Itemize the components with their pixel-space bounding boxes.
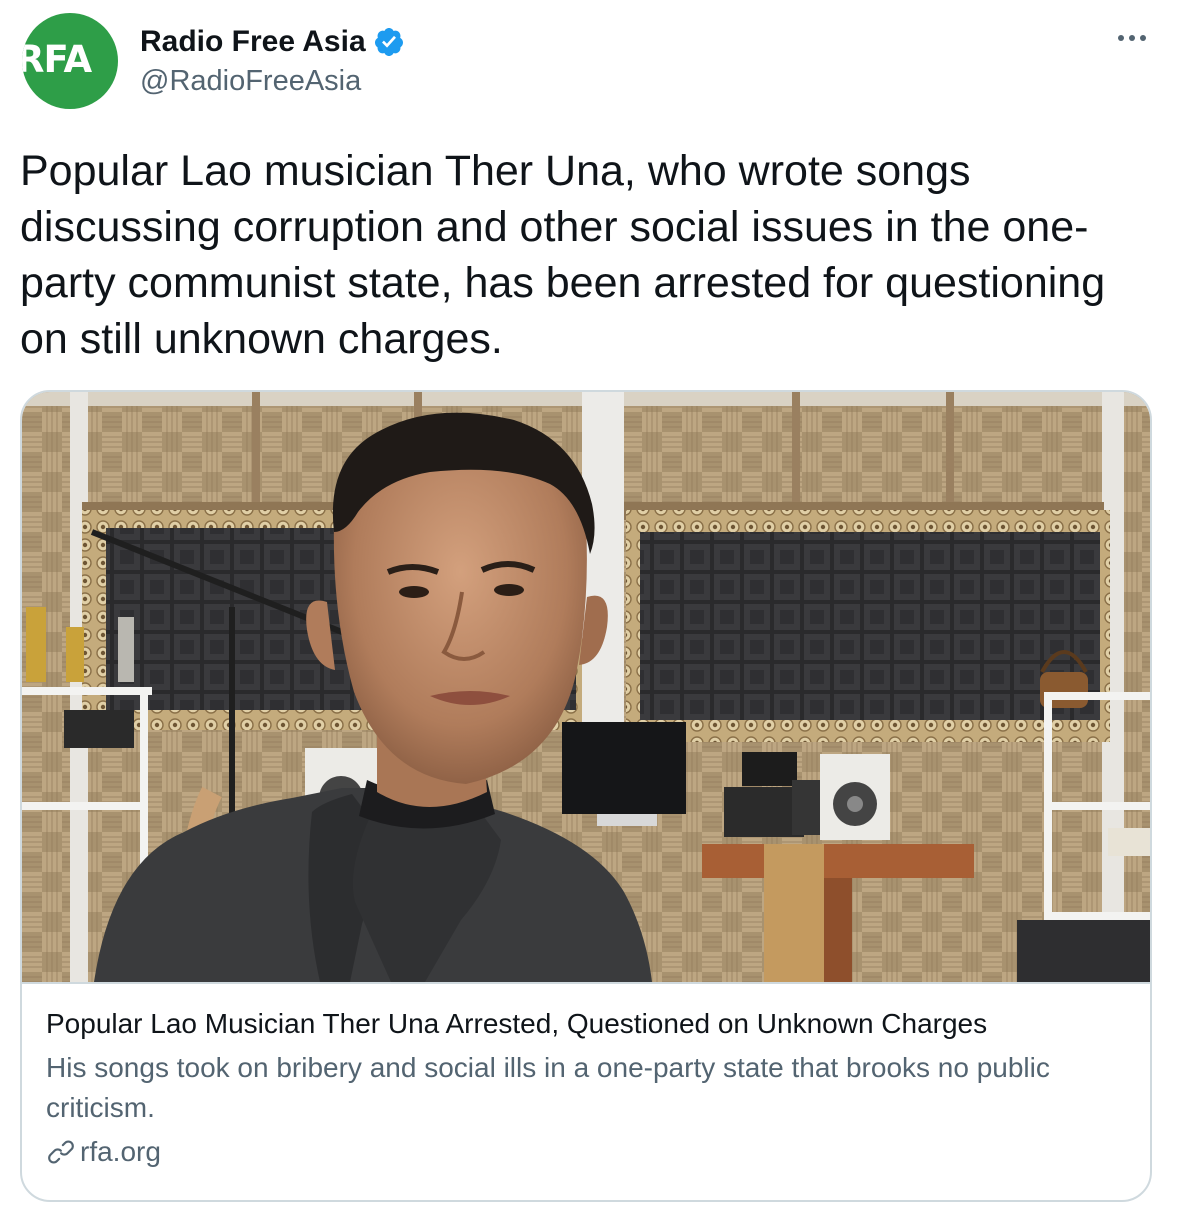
tweet-body: Popular Lao musician Ther Una, who wrote… — [20, 143, 1160, 367]
author-display-name[interactable]: Radio Free Asia — [140, 24, 366, 60]
verified-badge-icon — [374, 28, 403, 56]
author-handle[interactable]: @RadioFreeAsia — [140, 64, 361, 98]
card-description: His songs took on bribery and social ill… — [46, 1052, 1050, 1123]
card-details[interactable]: Popular Lao Musician Ther Una Arrested, … — [22, 982, 1150, 1200]
card-domain-row[interactable]: rfa.org — [46, 1132, 161, 1172]
avatar-logo-text: RFA — [22, 38, 92, 81]
tweet-text: Popular Lao musician Ther Una, who wrote… — [20, 147, 1106, 363]
author-avatar[interactable]: RFA — [22, 13, 118, 109]
card-title[interactable]: Popular Lao Musician Ther Una Arrested, … — [46, 1004, 987, 1044]
card-photo[interactable] — [22, 392, 1150, 982]
link-card[interactable]: Popular Lao Musician Ther Una Arrested, … — [20, 390, 1152, 1202]
more-dots-icon[interactable] — [1112, 24, 1152, 54]
author-name-row[interactable]: Radio Free Asia — [140, 24, 405, 60]
link-icon — [48, 1140, 74, 1164]
card-domain[interactable]: rfa.org — [80, 1132, 161, 1172]
